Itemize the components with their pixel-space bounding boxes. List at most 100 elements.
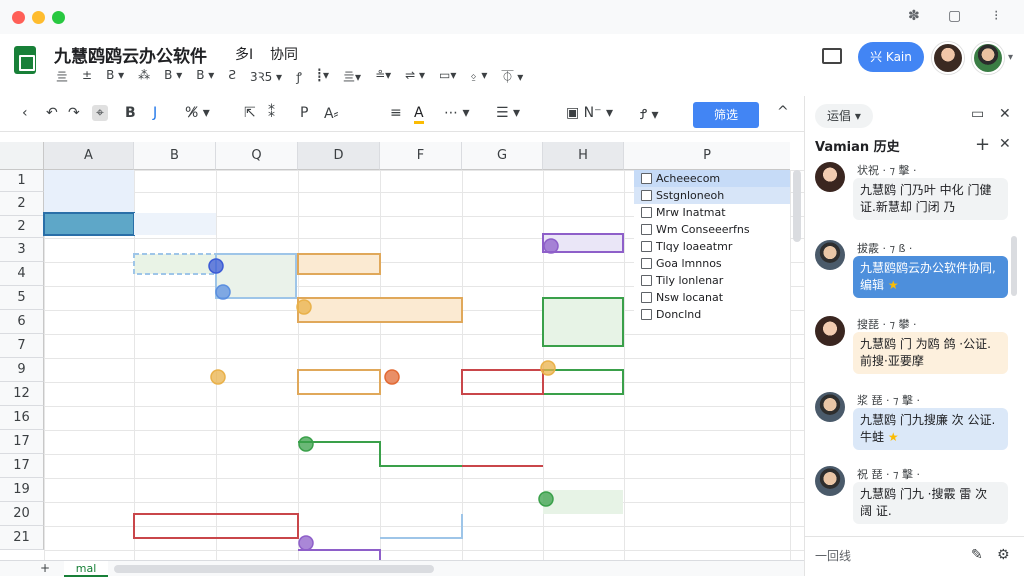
filter-checkbox-item[interactable]: Mrw Inatmat [634,204,790,221]
collaborator-range-green-2[interactable] [542,369,624,395]
cursor-icon[interactable]: ⇱ [244,105,256,121]
menu-item[interactable]: Ƨ [224,68,240,90]
share-button[interactable]: 兴 Kain [858,42,924,72]
checkbox[interactable] [641,207,652,218]
collaborator-cursor[interactable] [208,258,224,274]
selected-cell[interactable] [43,212,135,236]
more-icon[interactable]: ⁝ [994,8,998,24]
collaborator-range-red[interactable] [461,369,544,395]
menu-item[interactable]: ≗▾ [371,68,395,90]
collaborator-range-orange-3[interactable] [297,369,381,395]
checkbox[interactable] [641,224,652,235]
comment-item[interactable]: 搜琵 · ⁊ 攀 · 九慧鸥 门 为鸥 鸽 ·公证.前搜·亚要摩 [815,316,1015,376]
collaborator-cursor[interactable] [543,238,559,254]
decimal-icon[interactable]: ⁑ [268,105,275,121]
collaborator-cursor[interactable] [538,491,554,507]
collaborator-range-green[interactable] [542,297,624,347]
panel-filter-dropdown[interactable]: 运倡 ▾ [815,104,873,128]
horizontal-scrollbar[interactable] [114,565,434,573]
selection-extension[interactable] [134,213,216,235]
filter-checkbox-item[interactable]: Donclnd [634,306,790,323]
filter-checkbox-item[interactable]: Sstgnloneoh [634,187,790,204]
collaborator-cursor[interactable] [384,369,400,385]
menu-item[interactable]: 亖▾ [339,68,365,90]
sheet-tab[interactable]: mal [64,561,108,577]
reply-input[interactable]: 一回线 [815,547,851,564]
horizontal-align-icon[interactable]: ☰ ▾ [496,105,520,121]
chevron-down-icon[interactable]: ▾ [1008,52,1013,63]
filter-checkbox-item[interactable]: Tlqy loaeatmr [634,238,790,255]
checkbox[interactable] [641,275,652,286]
collaborator-cursor[interactable] [298,535,314,551]
settings-icon[interactable]: ⚙ [997,547,1010,563]
menu-item[interactable]: ⁂ [134,68,154,90]
close-panel-icon[interactable]: ✕ [999,136,1011,152]
menu-item[interactable]: B ▾ [192,68,218,90]
menu-item[interactable]: ⏁ ▾ [497,68,527,90]
function-icon[interactable]: Ꝭ ▾ [640,105,659,124]
comment-item[interactable]: 浆 琵 · ⁊ 擊 · 九慧鸥 门九搜廉 次 公证.牛蛙 ★ [815,392,1015,452]
filter-checkbox-item[interactable]: Wm Conseeerfns [634,221,790,238]
selected-range[interactable] [44,170,134,214]
insert-link-icon[interactable]: ▣ N⁻ ▾ [566,105,613,121]
menu-item[interactable]: ꝭ [292,68,306,90]
close-icon[interactable]: ✕ [999,106,1011,122]
notification-icon[interactable]: ▢ [948,8,961,24]
text-color-icon[interactable]: A [414,105,424,124]
filter-checkbox-item[interactable]: Nsw locanat [634,289,790,306]
checkbox[interactable] [641,309,652,320]
back-icon[interactable]: ‹ [22,105,28,121]
paragraph-icon[interactable]: P [300,105,308,121]
document-title[interactable]: 九慧鸥鸥云办公软件 [54,42,207,67]
checkbox[interactable] [641,241,652,252]
menu-item[interactable]: ± [78,68,96,90]
video-call-icon[interactable] [822,48,842,64]
filter-checkbox-item[interactable]: Goa lmnnos [634,255,790,272]
panel-scrollbar[interactable] [1011,236,1017,296]
menu-item[interactable]: B ▾ [102,68,128,90]
collaborator-cursor[interactable] [296,299,312,315]
collaborator-range-red-2[interactable] [133,513,299,539]
collaborator-range-blue[interactable] [133,253,217,275]
add-icon[interactable]: + [975,134,990,155]
filter-checkbox-item[interactable]: Acheeecom [634,170,790,187]
collaborator-cursor[interactable] [298,436,314,452]
menu-item[interactable]: ⇌ ▾ [401,68,429,90]
menu-item[interactable]: 3Ꝛ5 ▾ [246,68,286,90]
maximize-window-button[interactable] [52,11,65,24]
collapse-toolbar-icon[interactable]: ^ [777,104,789,120]
filter-checkbox-item[interactable]: Tily lonlenar [634,272,790,289]
filter-button[interactable]: 筛选 [693,102,759,128]
menu-item[interactable]: ⍚ ▾ [466,68,491,90]
menu-item[interactable]: ┋▾ [312,68,333,90]
vertical-scrollbar[interactable] [793,170,801,242]
bold-icon[interactable]: B [125,105,136,121]
add-sheet-button[interactable]: + [40,561,50,575]
collaborator-cursor[interactable] [215,284,231,300]
user-avatar[interactable] [972,42,1004,74]
menu-item[interactable]: 亖 [52,68,72,90]
paint-format-icon[interactable]: ⌖ [92,105,108,121]
minimize-window-button[interactable] [32,11,45,24]
comment-item[interactable]: 祝 琵 · ⁊ 擊 · 九慧鸥 门九 ·搜霰 雷 次 阔 证. [815,466,1015,526]
menu-item[interactable]: B ▾ [160,68,186,90]
checkbox[interactable] [641,258,652,269]
collaborator-cursor[interactable] [540,360,556,376]
checkbox[interactable] [641,173,652,184]
menu-item[interactable]: ▭▾ [435,68,460,90]
collaborator-range-orange[interactable] [297,253,381,275]
percent-format-icon[interactable]: %̸ ▾ [185,105,210,121]
extension-icon[interactable]: ✽ [908,8,920,24]
font-size-icon[interactable]: A⸗ [324,105,338,122]
collaborator-cursor[interactable] [210,369,226,385]
more-options-icon[interactable]: ⋯ ▾ [444,105,469,121]
redo-icon[interactable]: ↷ [68,105,80,121]
collaborator-range-green-3[interactable] [543,490,623,514]
close-window-button[interactable] [12,11,25,24]
collaborator-avatar[interactable] [932,42,964,74]
comment-item[interactable]: 拔霰 · ⁊ ß · 九慧鸥鸥云办公软件协同,编辑 ★ [815,240,1015,300]
edit-icon[interactable]: ✎ [971,547,983,563]
undo-icon[interactable]: ↶ [46,105,58,121]
italic-icon[interactable]: J [153,105,157,121]
checkbox[interactable] [641,190,652,201]
